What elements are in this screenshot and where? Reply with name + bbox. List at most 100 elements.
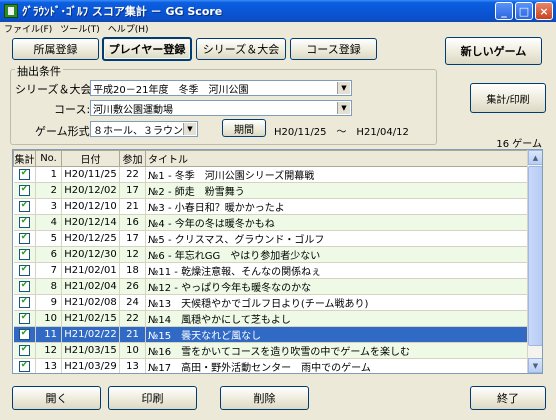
table-row[interactable]: 1H20/11/2522№1 - 冬季 河川公園シリーズ開幕戦 — [13, 166, 529, 183]
checkbox-checked-icon[interactable] — [18, 216, 30, 228]
cell-no: 10 — [35, 310, 62, 327]
table-row[interactable]: 4H20/12/1416№4 - 今年の冬は暖冬かもね — [13, 214, 529, 231]
chevron-down-icon[interactable]: ▼ — [337, 102, 350, 114]
tally-checkbox[interactable] — [13, 166, 36, 183]
tab-player[interactable]: プレイヤー登録 — [102, 37, 192, 61]
course-value: 河川敷公園運動場 — [93, 104, 173, 116]
checkbox-checked-icon[interactable] — [18, 264, 30, 276]
col-header-date[interactable]: 日付 — [61, 150, 120, 167]
close-button[interactable]: × — [535, 2, 553, 20]
checkbox-checked-icon[interactable] — [18, 248, 30, 260]
cell-title: №2 - 師走 粉雪舞う — [145, 182, 529, 199]
new-game-button[interactable]: 新しいゲーム — [445, 37, 542, 65]
cell-title: №5 - クリスマス、グラウンド・ゴルフ — [145, 230, 529, 247]
tally-checkbox[interactable] — [13, 294, 36, 311]
delete-button[interactable]: 削除 — [220, 386, 309, 410]
checkbox-checked-icon[interactable] — [18, 168, 30, 180]
game-table[interactable]: 集計 No. 日付 参加 タイトル 1H20/11/2522№1 - 冬季 河川… — [12, 149, 543, 374]
tally-checkbox[interactable] — [13, 358, 36, 373]
table-row[interactable]: 10H21/02/1522№14 風穏やかにして芝もよし — [13, 310, 529, 327]
cell-count: 17 — [119, 182, 146, 199]
table-row[interactable]: 2H20/12/0217№2 - 師走 粉雪舞う — [13, 182, 529, 199]
menu-help[interactable]: ヘルプ(H) — [104, 22, 153, 35]
cell-date: H21/02/22 — [61, 326, 120, 343]
period-text: H20/11/25 ～ H21/04/12 — [274, 127, 409, 138]
series-label: シリーズ＆大会: — [15, 83, 96, 96]
tally-checkbox[interactable] — [13, 326, 36, 343]
table-row[interactable]: 3H20/12/1021№3 - 小春日和？暖かかったよ — [13, 198, 529, 215]
table-row[interactable]: 8H21/02/0426№12 - やっぱり今年も暖冬なのかな — [13, 278, 529, 295]
cell-no: 5 — [35, 230, 62, 247]
scroll-down-icon[interactable]: ▼ — [528, 358, 542, 373]
period-button[interactable]: 期間 — [222, 119, 266, 137]
cell-count: 22 — [119, 166, 146, 183]
col-header-no[interactable]: No. — [35, 150, 62, 167]
tab-series[interactable]: シリーズ＆大会 — [196, 38, 286, 60]
cell-count: 16 — [119, 214, 146, 231]
tally-checkbox[interactable] — [13, 262, 36, 279]
cell-count: 13 — [119, 358, 146, 373]
tally-checkbox[interactable] — [13, 246, 36, 263]
print-button[interactable]: 印刷 — [108, 386, 197, 410]
cell-date: H21/03/15 — [61, 342, 120, 359]
checkbox-checked-icon[interactable] — [18, 312, 30, 324]
open-button[interactable]: 開く — [12, 386, 101, 410]
cell-title: №16 雪をかいてコースを造り吹雪の中でゲームを楽しむ — [145, 342, 529, 359]
chevron-down-icon[interactable]: ▼ — [337, 82, 350, 94]
table-row[interactable]: 7H21/02/0118№11 - 乾燥注意報、そんなの関係ねぇ — [13, 262, 529, 279]
checkbox-checked-icon[interactable] — [18, 296, 30, 308]
table-row[interactable]: 13H21/03/2913№17 高田・野外活動センター 雨中でのゲーム — [13, 358, 529, 373]
col-header-title[interactable]: タイトル — [145, 150, 529, 167]
table-row[interactable]: 12H21/03/1510№16 雪をかいてコースを造り吹雪の中でゲームを楽しむ — [13, 342, 529, 359]
maximize-button[interactable]: □ — [515, 2, 533, 20]
exit-button[interactable]: 終了 — [470, 386, 546, 410]
checkbox-checked-icon[interactable] — [18, 200, 30, 212]
scroll-thumb[interactable] — [528, 166, 542, 346]
cell-date: H20/11/25 — [61, 166, 120, 183]
tab-affiliation[interactable]: 所属登録 — [12, 38, 99, 60]
tally-checkbox[interactable] — [13, 342, 36, 359]
cell-date: H21/02/08 — [61, 294, 120, 311]
table-row[interactable]: 11H21/02/2221№15 曇天なれど風なし — [13, 326, 529, 343]
course-select[interactable]: 河川敷公園運動場 ▼ — [90, 100, 352, 116]
tally-checkbox[interactable] — [13, 198, 36, 215]
cell-date: H20/12/25 — [61, 230, 120, 247]
col-header-count[interactable]: 参加 — [119, 150, 146, 167]
checkbox-checked-icon[interactable] — [18, 280, 30, 292]
format-select[interactable]: ８ホール、３ラウンド ▼ — [90, 121, 198, 137]
checkbox-checked-icon[interactable] — [18, 344, 30, 356]
tally-checkbox[interactable] — [13, 278, 36, 295]
table-row[interactable]: 5H20/12/2517№5 - クリスマス、グラウンド・ゴルフ — [13, 230, 529, 247]
checkbox-checked-icon[interactable] — [18, 328, 30, 340]
vertical-scrollbar[interactable]: ▲ ▼ — [527, 150, 542, 373]
summary-print-button[interactable]: 集計/印刷 — [470, 83, 546, 113]
cell-title: №11 - 乾燥注意報、そんなの関係ねぇ — [145, 262, 529, 279]
cell-title: №4 - 今年の冬は暖冬かもね — [145, 214, 529, 231]
tally-checkbox[interactable] — [13, 182, 36, 199]
checkbox-checked-icon[interactable] — [18, 232, 30, 244]
tally-checkbox[interactable] — [13, 214, 36, 231]
minimize-button[interactable]: _ — [495, 2, 513, 20]
scroll-up-icon[interactable]: ▲ — [528, 150, 542, 165]
series-select[interactable]: 平成20－21年度 冬季 河川公園 ▼ — [90, 80, 352, 96]
menu-bar: ファイル(F) ツール(T) ヘルプ(H) — [0, 22, 556, 35]
checkbox-checked-icon[interactable] — [18, 360, 30, 372]
cell-date: H20/12/02 — [61, 182, 120, 199]
chevron-down-icon[interactable]: ▼ — [183, 123, 196, 135]
tally-checkbox[interactable] — [13, 310, 36, 327]
cell-date: H21/03/29 — [61, 358, 120, 373]
filter-group-label: 抽出条件 — [15, 63, 63, 79]
col-header-tally[interactable]: 集計 — [13, 150, 36, 167]
menu-file[interactable]: ファイル(F) — [0, 22, 56, 35]
checkbox-checked-icon[interactable] — [18, 184, 30, 196]
tab-course[interactable]: コース登録 — [290, 38, 377, 60]
cell-count: 21 — [119, 198, 146, 215]
cell-count: 21 — [119, 326, 146, 343]
table-row[interactable]: 6H20/12/3012№6 - 年忘れGG やはり参加者少ない — [13, 246, 529, 263]
tally-checkbox[interactable] — [13, 230, 36, 247]
table-row[interactable]: 9H21/02/0824№13 天候穏やかでゴルフ日より(チーム戦あり) — [13, 294, 529, 311]
cell-no: 11 — [35, 326, 62, 343]
menu-tools[interactable]: ツール(T) — [56, 22, 104, 35]
cell-count: 18 — [119, 262, 146, 279]
cell-count: 12 — [119, 246, 146, 263]
